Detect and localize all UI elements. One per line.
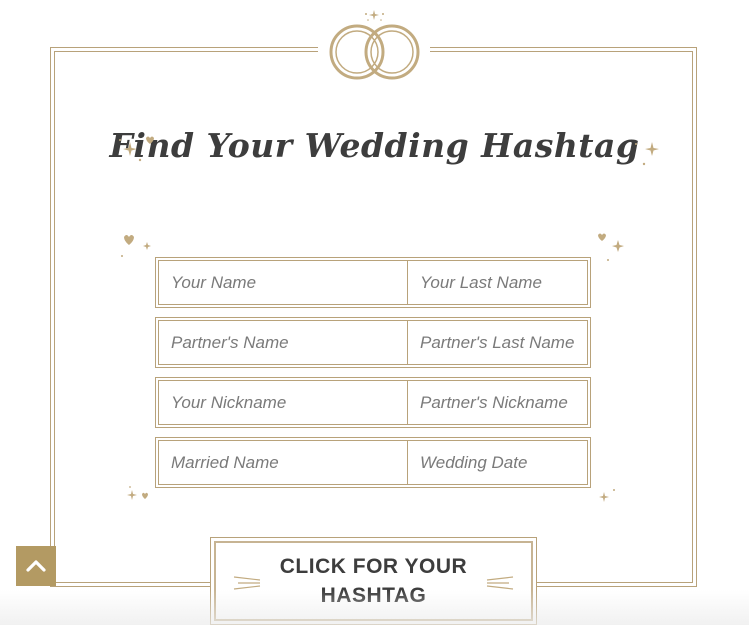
sparkle-icon	[127, 486, 148, 500]
form-row-nicknames	[155, 377, 656, 428]
sparkle-icon	[598, 233, 624, 261]
partner-name-input[interactable]	[159, 321, 407, 364]
decorative-lines-icon	[233, 576, 261, 590]
sparkle-icon	[635, 142, 659, 166]
form-row-names	[155, 257, 656, 308]
married-name-input[interactable]	[159, 441, 407, 484]
partner-nickname-input[interactable]	[407, 381, 656, 424]
chevron-up-icon	[26, 560, 46, 572]
your-name-input[interactable]	[159, 261, 407, 304]
scroll-to-top-button[interactable]	[16, 546, 56, 586]
your-last-name-input[interactable]	[407, 261, 656, 304]
hashtag-button-line1: CLICK FOR YOUR	[279, 555, 468, 578]
form-row-married-date	[155, 437, 656, 488]
hashtag-button[interactable]: CLICK FOR YOUR HASHTAG	[210, 537, 537, 625]
sparkle-icon	[599, 489, 615, 502]
form-row-partner-names	[155, 317, 656, 368]
sparkle-icon	[119, 136, 154, 162]
hashtag-button-line2: HASHTAG	[320, 584, 427, 607]
wedding-date-input[interactable]	[407, 441, 656, 484]
partner-last-name-input[interactable]	[407, 321, 656, 364]
wedding-rings-icon	[329, 10, 420, 80]
hashtag-button-label: CLICK FOR YOUR HASHTAG	[274, 552, 474, 610]
your-nickname-input[interactable]	[159, 381, 407, 424]
decorative-lines-icon	[486, 576, 514, 590]
sparkle-icon	[121, 235, 151, 257]
